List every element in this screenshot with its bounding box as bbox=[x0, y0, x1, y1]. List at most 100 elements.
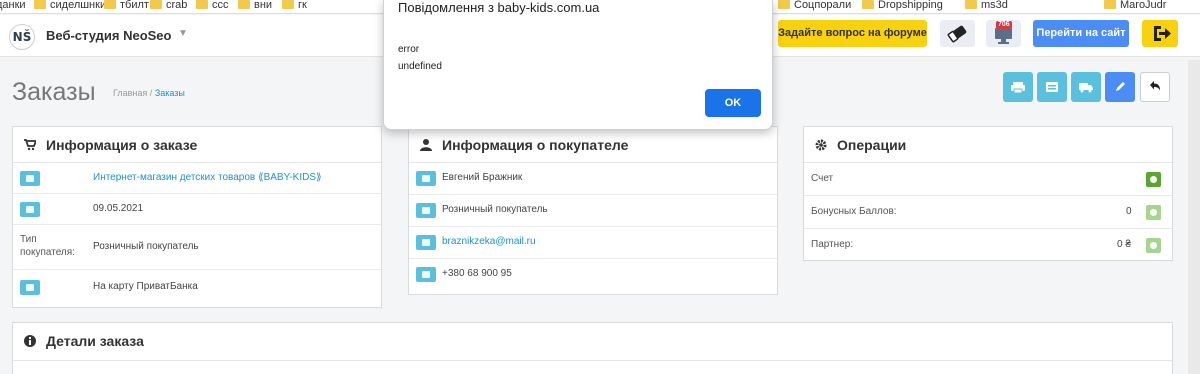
print-shipping-button[interactable] bbox=[1037, 72, 1067, 102]
add-bonus-button[interactable] bbox=[1146, 205, 1161, 220]
customer-info-panel: Информация о покупателе Евгений Бражник … bbox=[408, 126, 778, 295]
order-row-date: 09.05.2021 bbox=[13, 194, 381, 225]
info-circle-icon bbox=[24, 335, 36, 347]
bookmark-item[interactable]: данки bbox=[0, 0, 26, 11]
pencil-icon bbox=[1116, 82, 1125, 91]
envelope-icon bbox=[416, 235, 436, 250]
bookmark-item[interactable]: тбилт bbox=[104, 0, 149, 11]
operations-row-bonus: Бонусных Баллов: 0 bbox=[804, 196, 1172, 229]
folder-icon bbox=[150, 0, 162, 9]
user-icon bbox=[416, 171, 436, 186]
bookmark-item[interactable]: Dropshipping bbox=[862, 0, 943, 11]
invoice-icon bbox=[1046, 82, 1058, 92]
notifications-button[interactable]: 706 bbox=[986, 20, 1021, 47]
cart-icon bbox=[24, 139, 36, 151]
bookmark-item[interactable]: вни bbox=[238, 0, 272, 11]
neoseo-logo[interactable]: NŠ bbox=[9, 24, 35, 50]
folder-icon bbox=[965, 0, 977, 9]
invoice-label: Счет bbox=[811, 173, 834, 184]
folder-icon bbox=[104, 0, 116, 9]
shopping-cart-icon bbox=[20, 171, 40, 186]
goto-site-button[interactable]: Перейти на сайт bbox=[1033, 20, 1129, 47]
customer-name: Евгений Бражник bbox=[442, 172, 523, 183]
generate-invoice-button[interactable] bbox=[1146, 172, 1161, 187]
page-title: Заказы bbox=[12, 78, 96, 106]
chevron-down-icon[interactable]: ▼ bbox=[178, 28, 188, 39]
bookmark-item[interactable]: сиделшнки bbox=[34, 0, 106, 11]
order-row-store: Интернет-магазин детских товаров ⟪BABY-K… bbox=[13, 163, 381, 194]
dialog-title: Повідомлення з baby-kids.com.ua bbox=[398, 0, 600, 15]
dialog-message-line: error bbox=[398, 44, 420, 55]
bookmark-item[interactable]: ms3d bbox=[965, 0, 1008, 11]
folder-icon bbox=[1104, 0, 1116, 9]
panel-title: Операции bbox=[837, 137, 907, 153]
store-link[interactable]: Интернет-магазин детских товаров ⟪BABY-K… bbox=[93, 172, 322, 183]
panel-title: Информация о покупателе bbox=[442, 137, 629, 153]
customer-group: Розничный покупатель bbox=[442, 204, 548, 215]
customer-type-value: Розничный покупатель bbox=[93, 241, 199, 252]
bookmark-item[interactable]: ccc bbox=[196, 0, 229, 11]
reply-icon bbox=[1150, 81, 1160, 91]
calendar-icon bbox=[20, 202, 40, 217]
customer-type-label: Тип покупателя: bbox=[20, 234, 75, 258]
alert-dialog: Повідомлення з baby-kids.com.ua error un… bbox=[383, 0, 773, 130]
panel-title: Детали заказа bbox=[46, 333, 144, 349]
add-partner-button[interactable] bbox=[1146, 238, 1161, 253]
phone-icon bbox=[416, 267, 436, 282]
customer-row-email: braznikzeka@mail.ru bbox=[409, 227, 777, 259]
folder-icon bbox=[778, 0, 790, 9]
payment-method: На карту ПриватБанка bbox=[93, 281, 198, 292]
folder-icon bbox=[196, 0, 208, 9]
folder-icon bbox=[282, 0, 294, 9]
breadcrumb-current[interactable]: Заказы bbox=[155, 88, 185, 98]
panel-heading: Информация о заказе bbox=[13, 127, 381, 163]
gear-icon bbox=[815, 139, 827, 151]
breadcrumb: Главная / Заказы bbox=[113, 88, 185, 98]
back-button[interactable] bbox=[1140, 72, 1170, 102]
edit-order-button[interactable] bbox=[1105, 72, 1135, 102]
partner-value: 0 ₴ bbox=[1117, 239, 1131, 250]
forum-question-button[interactable]: Задайте вопрос на форуме bbox=[778, 20, 927, 47]
folder-icon bbox=[862, 0, 874, 9]
panel-heading: Детали заказа bbox=[13, 323, 1172, 361]
panel-heading: Операции bbox=[804, 127, 1172, 163]
partner-label: Партнер: bbox=[811, 239, 854, 250]
notification-badge: 706 bbox=[996, 21, 1012, 29]
logout-button[interactable] bbox=[1142, 20, 1178, 47]
bonus-value: 0 bbox=[1126, 206, 1132, 217]
dialog-message-line: undefined bbox=[398, 61, 442, 72]
operations-panel: Операции Счет Бонусных Баллов: 0 Партнер… bbox=[803, 126, 1173, 261]
breadcrumb-home[interactable]: Главная bbox=[113, 88, 147, 98]
customer-row-phone: +380 68 900 95 bbox=[409, 259, 777, 291]
order-row-customer-type: Тип покупателя: Розничный покупатель bbox=[13, 225, 381, 270]
bookmark-item[interactable]: MaroJudr bbox=[1104, 0, 1166, 11]
studio-name[interactable]: Веб-студия NeoSeo bbox=[46, 28, 171, 43]
operations-row-invoice: Счет bbox=[804, 163, 1172, 196]
order-date: 09.05.2021 bbox=[93, 203, 144, 214]
shipping-button[interactable] bbox=[1071, 72, 1101, 102]
bookmark-item[interactable]: Соцпорали bbox=[778, 0, 851, 11]
breadcrumb-separator: / bbox=[149, 88, 153, 98]
ok-button[interactable]: OK bbox=[705, 89, 761, 117]
folder-icon bbox=[34, 0, 46, 9]
print-icon bbox=[1011, 82, 1025, 94]
clear-cache-button[interactable] bbox=[940, 20, 975, 47]
customer-email[interactable]: braznikzeka@mail.ru bbox=[442, 236, 536, 247]
customer-phone: +380 68 900 95 bbox=[442, 268, 512, 279]
customer-row-name: Евгений Бражник bbox=[409, 163, 777, 195]
eraser-icon bbox=[947, 25, 967, 43]
credit-card-icon bbox=[20, 280, 40, 295]
print-invoice-button[interactable] bbox=[1003, 72, 1033, 102]
folder-icon bbox=[238, 0, 250, 9]
scrollbar[interactable] bbox=[1188, 60, 1200, 374]
panel-title: Информация о заказе bbox=[46, 137, 198, 153]
bookmark-item[interactable]: crab bbox=[150, 0, 187, 11]
customer-row-group: Розничный покупатель bbox=[409, 195, 777, 227]
users-group-icon bbox=[416, 203, 436, 218]
user-icon bbox=[420, 139, 432, 151]
truck-icon bbox=[1079, 83, 1093, 93]
panel-heading: Информация о покупателе bbox=[409, 127, 777, 163]
sign-out-icon bbox=[1154, 26, 1171, 41]
order-row-payment: На карту ПриватБанка bbox=[13, 270, 381, 305]
bookmark-item[interactable]: гк bbox=[282, 0, 307, 11]
